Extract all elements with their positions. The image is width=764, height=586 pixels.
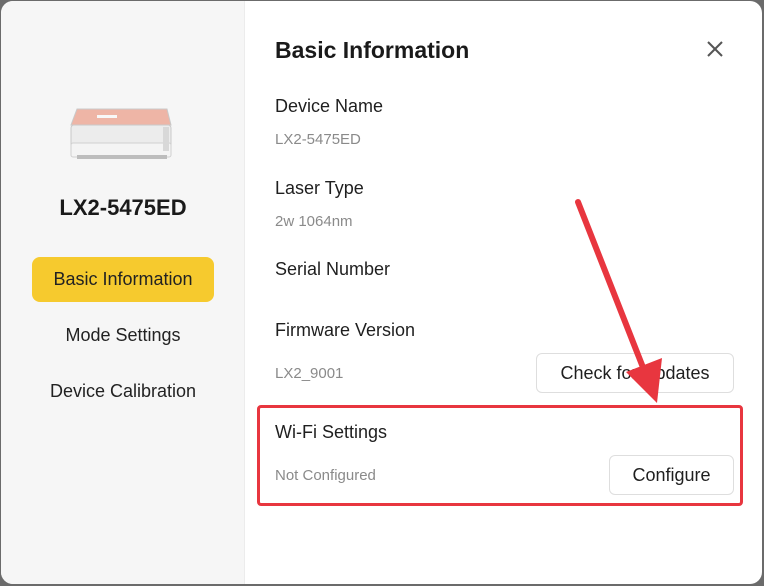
device-name-value: LX2-5475ED — [275, 131, 361, 148]
wifi-status-value: Not Configured — [275, 467, 376, 484]
firmware-version-value: LX2_9001 — [275, 365, 344, 382]
serial-number-label: Serial Number — [275, 259, 391, 279]
device-name-label: Device Name — [275, 96, 384, 116]
nav-mode-settings[interactable]: Mode Settings — [32, 313, 214, 358]
check-for-updates-button[interactable]: Check for Updates — [536, 353, 734, 393]
laser-type-label: Laser Type — [275, 178, 364, 198]
sidebar: LX2-5475ED Basic Information Mode Settin… — [1, 1, 245, 584]
wifi-settings-label: Wi-Fi Settings — [275, 422, 388, 442]
device-name-heading: LX2-5475ED — [59, 195, 187, 220]
close-icon[interactable] — [704, 38, 726, 60]
nav-basic-information[interactable]: Basic Information — [32, 257, 214, 302]
device-info-dialog: LX2-5475ED Basic Information Mode Settin… — [1, 1, 762, 584]
configure-button[interactable]: Configure — [609, 455, 734, 495]
laser-type-value: 2w 1064nm — [275, 213, 353, 230]
page-title: Basic Information — [275, 37, 470, 63]
nav-device-calibration[interactable]: Device Calibration — [32, 369, 214, 414]
main-panel: Basic Information Device Name LX2-5475ED… — [246, 1, 762, 584]
laser-engraver-image — [70, 108, 172, 159]
firmware-version-label: Firmware Version — [275, 320, 416, 340]
